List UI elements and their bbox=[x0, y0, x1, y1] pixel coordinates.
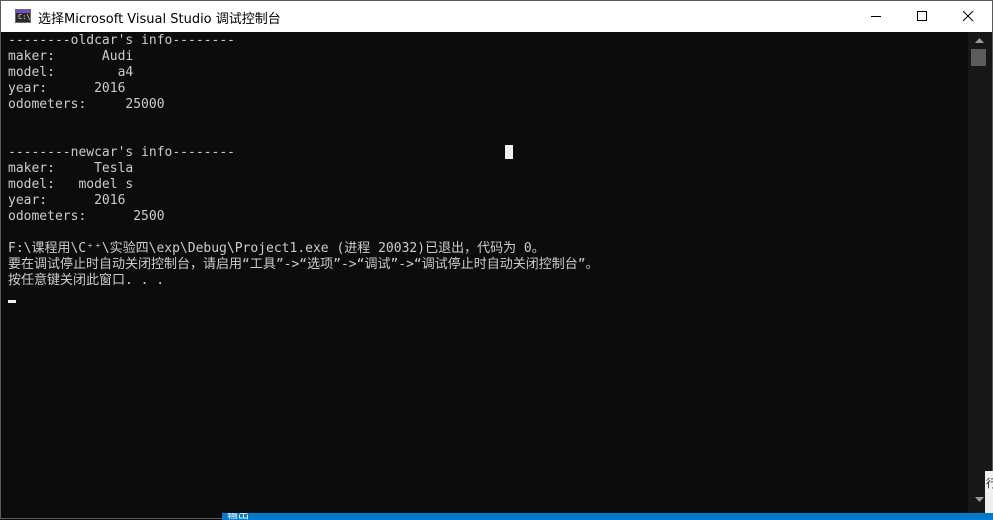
minimize-button[interactable] bbox=[853, 1, 899, 32]
console-line: F:\课程用\C⁺⁺\实验四\exp\Debug\Project1.exe (进… bbox=[8, 241, 545, 256]
console-window: C:\ 选择Microsoft Visual Studio 调试控制台 ----… bbox=[0, 0, 993, 520]
text-cursor bbox=[8, 300, 16, 303]
console-line: 按任意键关闭此窗口. . . bbox=[8, 273, 165, 288]
console-line: year: 2016 bbox=[8, 193, 126, 208]
title-bar[interactable]: C:\ 选择Microsoft Visual Studio 调试控制台 bbox=[1, 1, 992, 32]
console-line: odometers: 25000 bbox=[8, 97, 165, 112]
minimize-icon bbox=[871, 16, 881, 17]
console-line: model: a4 bbox=[8, 65, 134, 80]
background-peek-label: 行 bbox=[986, 477, 993, 490]
console-line: year: 2016 bbox=[8, 81, 126, 96]
selection-cursor bbox=[505, 145, 513, 159]
console-line: maker: Audi bbox=[8, 49, 134, 64]
scroll-thumb[interactable] bbox=[971, 49, 986, 66]
console-line: 要在调试停止时自动关闭控制台，请启用“工具”->“选项”->“调试”->“调试停… bbox=[8, 257, 599, 272]
console-line: odometers: 2500 bbox=[8, 209, 165, 224]
window-title: 选择Microsoft Visual Studio 调试控制台 bbox=[38, 12, 281, 27]
console-line: model: model s bbox=[8, 177, 134, 192]
close-button[interactable] bbox=[945, 1, 991, 32]
chevron-down-icon bbox=[975, 497, 984, 502]
close-icon bbox=[963, 11, 974, 22]
maximize-icon bbox=[917, 11, 927, 21]
console-output[interactable]: --------oldcar's info-------- maker: Aud… bbox=[1, 32, 968, 518]
scroll-up-button[interactable] bbox=[968, 32, 992, 49]
console-line: --------newcar's info-------- bbox=[8, 145, 235, 160]
app-icon-glyph: C:\ bbox=[18, 13, 31, 21]
chevron-up-icon bbox=[975, 38, 984, 43]
console-line: maker: Tesla bbox=[8, 161, 134, 176]
console-line: --------oldcar's info-------- bbox=[8, 33, 235, 48]
maximize-button[interactable] bbox=[899, 1, 945, 32]
console-app-icon[interactable]: C:\ bbox=[15, 9, 31, 23]
vertical-scrollbar[interactable] bbox=[968, 32, 992, 518]
